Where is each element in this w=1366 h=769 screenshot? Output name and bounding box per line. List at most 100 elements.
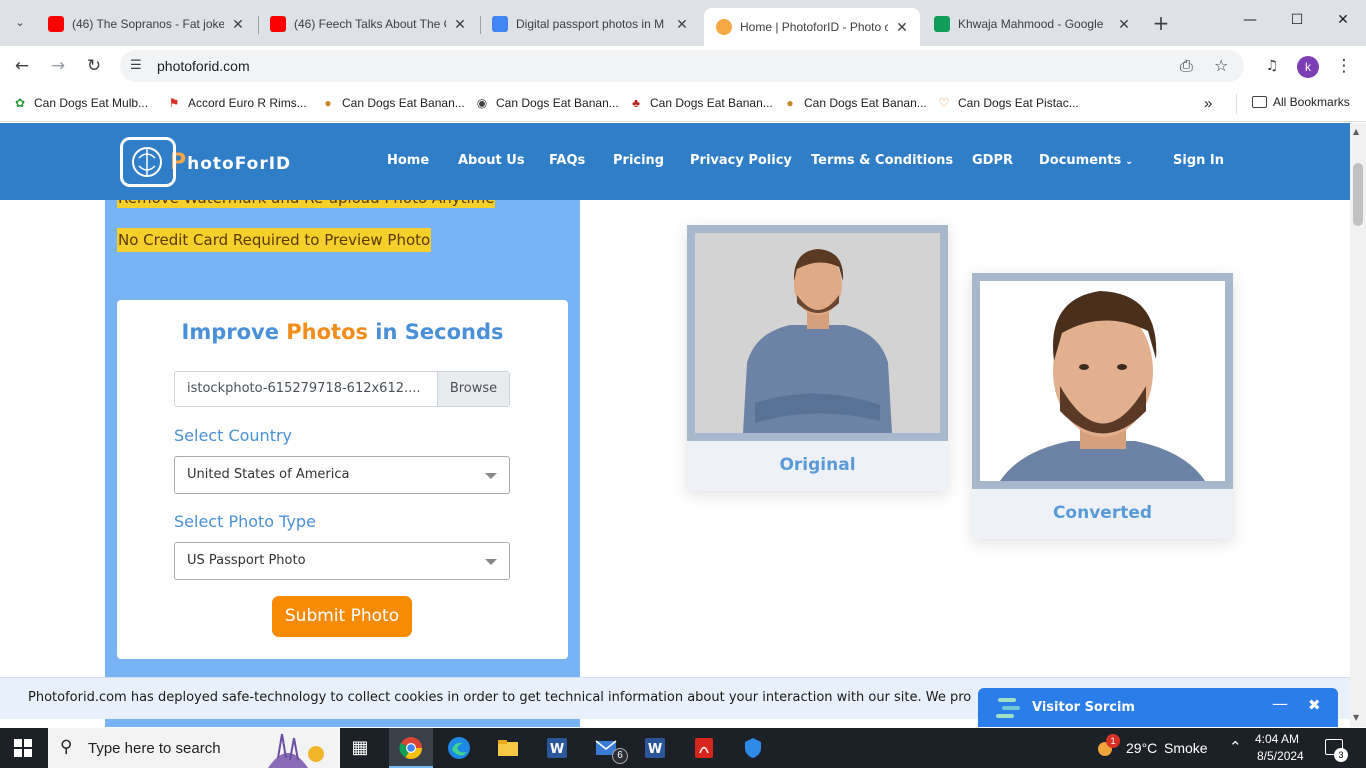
window-close-icon[interactable]: ✕ (1331, 12, 1355, 28)
paw-icon: ♣ (632, 96, 640, 110)
web-page: Remove Watermark and Re-upload Photo Any… (0, 123, 1350, 727)
close-icon[interactable]: ✕ (894, 19, 910, 35)
chevron-down-icon[interactable]: ⌄ (1125, 156, 1133, 167)
bookmark-item[interactable]: ● Can Dogs Eat Banan... (782, 95, 926, 111)
scroll-down-icon[interactable]: ▼ (1353, 713, 1359, 722)
windows-start-icon[interactable] (14, 739, 32, 757)
browser-tab[interactable]: Khwaja Mahmood - Google ✕ (922, 8, 1142, 40)
profile-avatar[interactable]: k (1297, 56, 1319, 78)
country-select[interactable]: United States of America (174, 456, 510, 494)
nav-sign-in[interactable]: Sign In (1173, 153, 1224, 168)
nav-faqs[interactable]: FAQs (549, 153, 585, 168)
minimize-icon[interactable]: — (1238, 12, 1262, 28)
forward-icon[interactable]: → (46, 54, 70, 78)
address-bar[interactable]: ☰ photoforid.com ⎙ ☆ (120, 50, 1244, 82)
photo-file-input[interactable]: istockphoto-615279718-612x612.... Browse (174, 371, 510, 407)
scroll-thumb[interactable] (1353, 163, 1363, 226)
bookmark-label: Accord Euro R Rims... (188, 96, 307, 110)
bookmark-label: Can Dogs Eat Pistac... (958, 96, 1079, 110)
task-view-icon[interactable]: ▦ (346, 734, 374, 762)
back-icon[interactable]: ← (10, 54, 34, 78)
chat-visitor-name: Visitor Sorcim (1032, 700, 1135, 715)
bookmark-item[interactable]: ◉ Can Dogs Eat Banan... (474, 95, 619, 111)
svg-text:W: W (648, 742, 662, 757)
mail-badge: 6 (612, 748, 628, 764)
logo-word: hotoForID (187, 153, 292, 174)
close-icon[interactable]: ✕ (230, 16, 246, 32)
close-icon[interactable]: ✕ (674, 16, 690, 32)
leaf-icon: ✿ (14, 96, 26, 110)
browser-tab[interactable]: Digital passport photos in M ✕ (480, 8, 700, 40)
tab-title: (46) Feech Talks About The C (294, 17, 446, 31)
close-icon[interactable]: ✕ (1116, 16, 1132, 32)
tab-search-chevron-icon[interactable]: ⌄ (8, 10, 32, 34)
clock-date[interactable]: 8/5/2024 (1257, 749, 1304, 763)
bookmarks-overflow-icon[interactable]: » (1204, 95, 1212, 112)
all-bookmarks-button[interactable]: All Bookmarks (1252, 95, 1350, 109)
nav-terms-conditions[interactable]: Terms & Conditions (811, 153, 953, 168)
taskbar-search-box[interactable]: ⚲ Type here to search (48, 728, 340, 768)
search-icon: ⚲ (60, 737, 73, 757)
site-logo[interactable]: PhotoForID (120, 137, 291, 187)
install-app-icon[interactable]: ⎙ (1180, 56, 1193, 76)
page-scrollbar[interactable]: ▲ ▼ (1350, 123, 1366, 727)
browser-tab-active[interactable]: Home | PhotoforID - Photo c ✕ (704, 8, 920, 46)
browser-tab[interactable]: (46) Feech Talks About The C ✕ (258, 8, 478, 40)
taskbar-search-placeholder: Type here to search (88, 740, 221, 757)
all-bookmarks-label: All Bookmarks (1273, 95, 1350, 109)
close-icon[interactable]: ✕ (452, 16, 468, 32)
folder-icon (1252, 96, 1267, 108)
browser-tab[interactable]: (46) The Sopranos - Fat joke ✕ (36, 8, 256, 40)
nav-documents[interactable]: Documents (1039, 153, 1121, 168)
site-settings-icon[interactable]: ☰ (130, 58, 142, 73)
bookmark-item[interactable]: ⚑ Accord Euro R Rims... (166, 95, 307, 111)
bookmark-item[interactable]: ✿ Can Dogs Eat Mulb... (12, 95, 148, 111)
google-sheets-icon (934, 16, 950, 32)
photo-type-selected-value: US Passport Photo (187, 553, 306, 568)
nav-home[interactable]: Home (387, 153, 429, 168)
chevron-down-icon (485, 559, 497, 565)
bookmark-star-icon[interactable]: ☆ (1214, 56, 1228, 75)
tray-chevron-up-icon[interactable]: ⌃ (1229, 738, 1242, 756)
original-photo (695, 233, 940, 433)
defender-shield-icon[interactable] (739, 734, 767, 762)
tab-title: Home | PhotoforID - Photo c (740, 20, 888, 34)
chrome-icon[interactable] (397, 734, 425, 762)
original-photo-card: Original (687, 225, 948, 491)
nav-about-us[interactable]: About Us (458, 153, 525, 168)
nav-pricing[interactable]: Pricing (613, 153, 664, 168)
file-explorer-icon[interactable] (494, 734, 522, 762)
weather-temperature[interactable]: 29°C (1126, 740, 1157, 756)
new-tab-icon[interactable]: + (1150, 12, 1172, 34)
clock-time[interactable]: 4:04 AM (1255, 732, 1299, 746)
browse-button[interactable]: Browse (437, 372, 509, 406)
word-icon[interactable]: W (543, 734, 571, 762)
maximize-icon[interactable]: ☐ (1285, 12, 1309, 28)
bookmarks-divider (1236, 94, 1237, 114)
chat-widget[interactable]: Visitor Sorcim — ✖ (978, 688, 1338, 727)
url-text[interactable]: photoforid.com (157, 58, 250, 74)
photo-type-select[interactable]: US Passport Photo (174, 542, 510, 580)
submit-photo-button[interactable]: Submit Photo (272, 596, 412, 637)
dog-icon: ● (786, 96, 794, 110)
bookmark-item[interactable]: ♣ Can Dogs Eat Banan... (628, 95, 773, 111)
close-icon[interactable]: ✖ (1308, 696, 1321, 714)
nav-gdpr[interactable]: GDPR (972, 153, 1013, 168)
converted-label: Converted (1052, 503, 1153, 523)
reload-icon[interactable]: ↻ (82, 54, 106, 78)
bookmark-label: Can Dogs Eat Banan... (496, 96, 619, 110)
edge-icon[interactable] (445, 734, 473, 762)
minimize-icon[interactable]: — (1272, 694, 1288, 713)
weather-condition[interactable]: Smoke (1164, 740, 1208, 756)
bookmark-item[interactable]: ♡ Can Dogs Eat Pistac... (936, 95, 1079, 111)
menu-kebab-icon[interactable]: ⋮ (1332, 54, 1356, 78)
bookmark-item[interactable]: ● Can Dogs Eat Banan... (320, 95, 464, 111)
scroll-up-icon[interactable]: ▲ (1353, 127, 1359, 136)
form-title-part: Improve (181, 320, 287, 344)
acrobat-icon[interactable] (690, 734, 718, 762)
media-controls-icon[interactable]: ♫ (1260, 54, 1284, 78)
nav-privacy-policy[interactable]: Privacy Policy (690, 153, 792, 168)
windows-taskbar: ⚲ Type here to search ▦ W 6 W 1 29°C Smo… (0, 728, 1366, 768)
selected-file-name: istockphoto-615279718-612x612.... (187, 381, 421, 396)
word-icon[interactable]: W (641, 734, 669, 762)
